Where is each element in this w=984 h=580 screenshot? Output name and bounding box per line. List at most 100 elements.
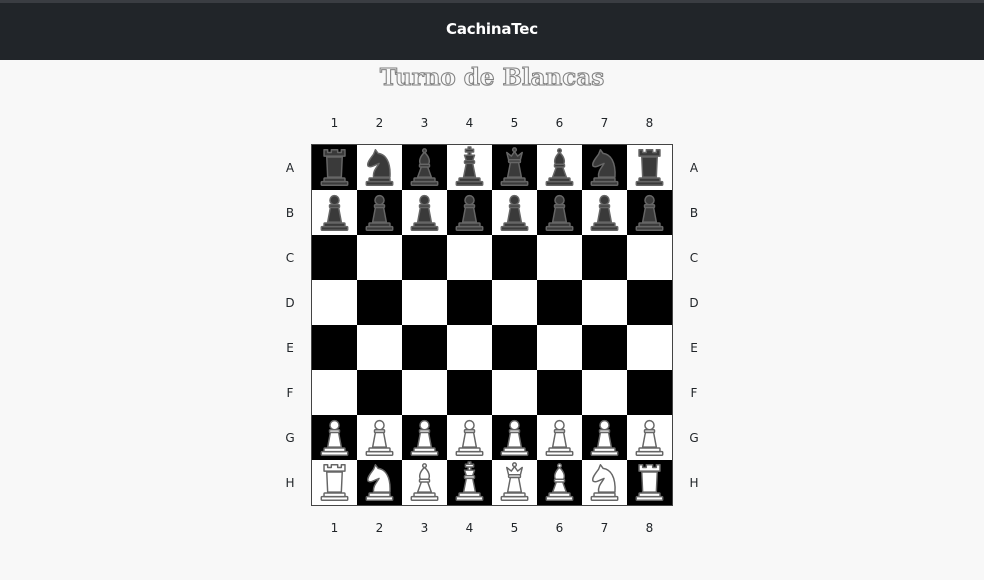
navbar-brand[interactable]: CachinaTec xyxy=(0,20,984,38)
square-G1[interactable] xyxy=(312,415,357,460)
white-rook-icon[interactable] xyxy=(629,461,670,504)
white-pawn-icon[interactable] xyxy=(404,416,445,459)
square-A5[interactable] xyxy=(492,145,537,190)
white-rook-icon[interactable] xyxy=(314,461,355,504)
square-H7[interactable] xyxy=(582,460,627,505)
black-pawn-icon[interactable] xyxy=(584,191,625,234)
white-knight-icon[interactable] xyxy=(584,461,625,504)
square-H5[interactable] xyxy=(492,460,537,505)
square-F6[interactable] xyxy=(537,370,582,415)
square-D6[interactable] xyxy=(537,280,582,325)
white-bishop-icon[interactable] xyxy=(539,461,580,504)
black-pawn-icon[interactable] xyxy=(494,191,535,234)
square-E2[interactable] xyxy=(357,325,402,370)
square-E7[interactable] xyxy=(582,325,627,370)
square-B2[interactable] xyxy=(357,190,402,235)
white-pawn-icon[interactable] xyxy=(539,416,580,459)
black-queen-icon[interactable] xyxy=(494,146,535,189)
white-pawn-icon[interactable] xyxy=(359,416,400,459)
square-F2[interactable] xyxy=(357,370,402,415)
square-G4[interactable] xyxy=(447,415,492,460)
square-A2[interactable] xyxy=(357,145,402,190)
square-G6[interactable] xyxy=(537,415,582,460)
square-C4[interactable] xyxy=(447,235,492,280)
col-label-top-1: 1 xyxy=(330,116,339,130)
square-F3[interactable] xyxy=(402,370,447,415)
square-D8[interactable] xyxy=(627,280,672,325)
square-C7[interactable] xyxy=(582,235,627,280)
white-pawn-icon[interactable] xyxy=(494,416,535,459)
square-D5[interactable] xyxy=(492,280,537,325)
square-A6[interactable] xyxy=(537,145,582,190)
black-rook-icon[interactable] xyxy=(629,146,670,189)
square-D2[interactable] xyxy=(357,280,402,325)
square-E5[interactable] xyxy=(492,325,537,370)
black-bishop-icon[interactable] xyxy=(404,146,445,189)
square-E4[interactable] xyxy=(447,325,492,370)
white-pawn-icon[interactable] xyxy=(314,416,355,459)
square-D1[interactable] xyxy=(312,280,357,325)
white-bishop-icon[interactable] xyxy=(404,461,445,504)
square-H8[interactable] xyxy=(627,460,672,505)
square-F5[interactable] xyxy=(492,370,537,415)
square-D4[interactable] xyxy=(447,280,492,325)
square-E6[interactable] xyxy=(537,325,582,370)
black-pawn-icon[interactable] xyxy=(629,191,670,234)
square-G2[interactable] xyxy=(357,415,402,460)
square-D7[interactable] xyxy=(582,280,627,325)
square-G3[interactable] xyxy=(402,415,447,460)
white-queen-icon[interactable] xyxy=(494,461,535,504)
white-pawn-icon[interactable] xyxy=(584,416,625,459)
white-pawn-icon[interactable] xyxy=(629,416,670,459)
white-king-icon[interactable] xyxy=(449,461,490,504)
square-H1[interactable] xyxy=(312,460,357,505)
black-pawn-icon[interactable] xyxy=(359,191,400,234)
square-B3[interactable] xyxy=(402,190,447,235)
square-G7[interactable] xyxy=(582,415,627,460)
square-A8[interactable] xyxy=(627,145,672,190)
square-H2[interactable] xyxy=(357,460,402,505)
black-pawn-icon[interactable] xyxy=(314,191,355,234)
square-C6[interactable] xyxy=(537,235,582,280)
square-B4[interactable] xyxy=(447,190,492,235)
square-H6[interactable] xyxy=(537,460,582,505)
square-E3[interactable] xyxy=(402,325,447,370)
square-H3[interactable] xyxy=(402,460,447,505)
black-knight-icon[interactable] xyxy=(584,146,625,189)
square-A1[interactable] xyxy=(312,145,357,190)
square-G5[interactable] xyxy=(492,415,537,460)
square-A4[interactable] xyxy=(447,145,492,190)
square-B1[interactable] xyxy=(312,190,357,235)
square-E1[interactable] xyxy=(312,325,357,370)
square-F1[interactable] xyxy=(312,370,357,415)
col-label-top-4: 4 xyxy=(465,116,474,130)
square-B5[interactable] xyxy=(492,190,537,235)
square-A3[interactable] xyxy=(402,145,447,190)
square-F4[interactable] xyxy=(447,370,492,415)
square-H4[interactable] xyxy=(447,460,492,505)
square-D3[interactable] xyxy=(402,280,447,325)
square-C8[interactable] xyxy=(627,235,672,280)
black-pawn-icon[interactable] xyxy=(539,191,580,234)
square-F7[interactable] xyxy=(582,370,627,415)
black-king-icon[interactable] xyxy=(449,146,490,189)
square-B8[interactable] xyxy=(627,190,672,235)
square-C1[interactable] xyxy=(312,235,357,280)
square-G8[interactable] xyxy=(627,415,672,460)
square-F8[interactable] xyxy=(627,370,672,415)
square-C5[interactable] xyxy=(492,235,537,280)
square-E8[interactable] xyxy=(627,325,672,370)
square-A7[interactable] xyxy=(582,145,627,190)
square-C2[interactable] xyxy=(357,235,402,280)
white-knight-icon[interactable] xyxy=(359,461,400,504)
black-bishop-icon[interactable] xyxy=(539,146,580,189)
row-label-left-H: H xyxy=(285,475,295,490)
white-pawn-icon[interactable] xyxy=(449,416,490,459)
black-pawn-icon[interactable] xyxy=(449,191,490,234)
black-pawn-icon[interactable] xyxy=(404,191,445,234)
square-C3[interactable] xyxy=(402,235,447,280)
square-B7[interactable] xyxy=(582,190,627,235)
black-knight-icon[interactable] xyxy=(359,146,400,189)
square-B6[interactable] xyxy=(537,190,582,235)
black-rook-icon[interactable] xyxy=(314,146,355,189)
